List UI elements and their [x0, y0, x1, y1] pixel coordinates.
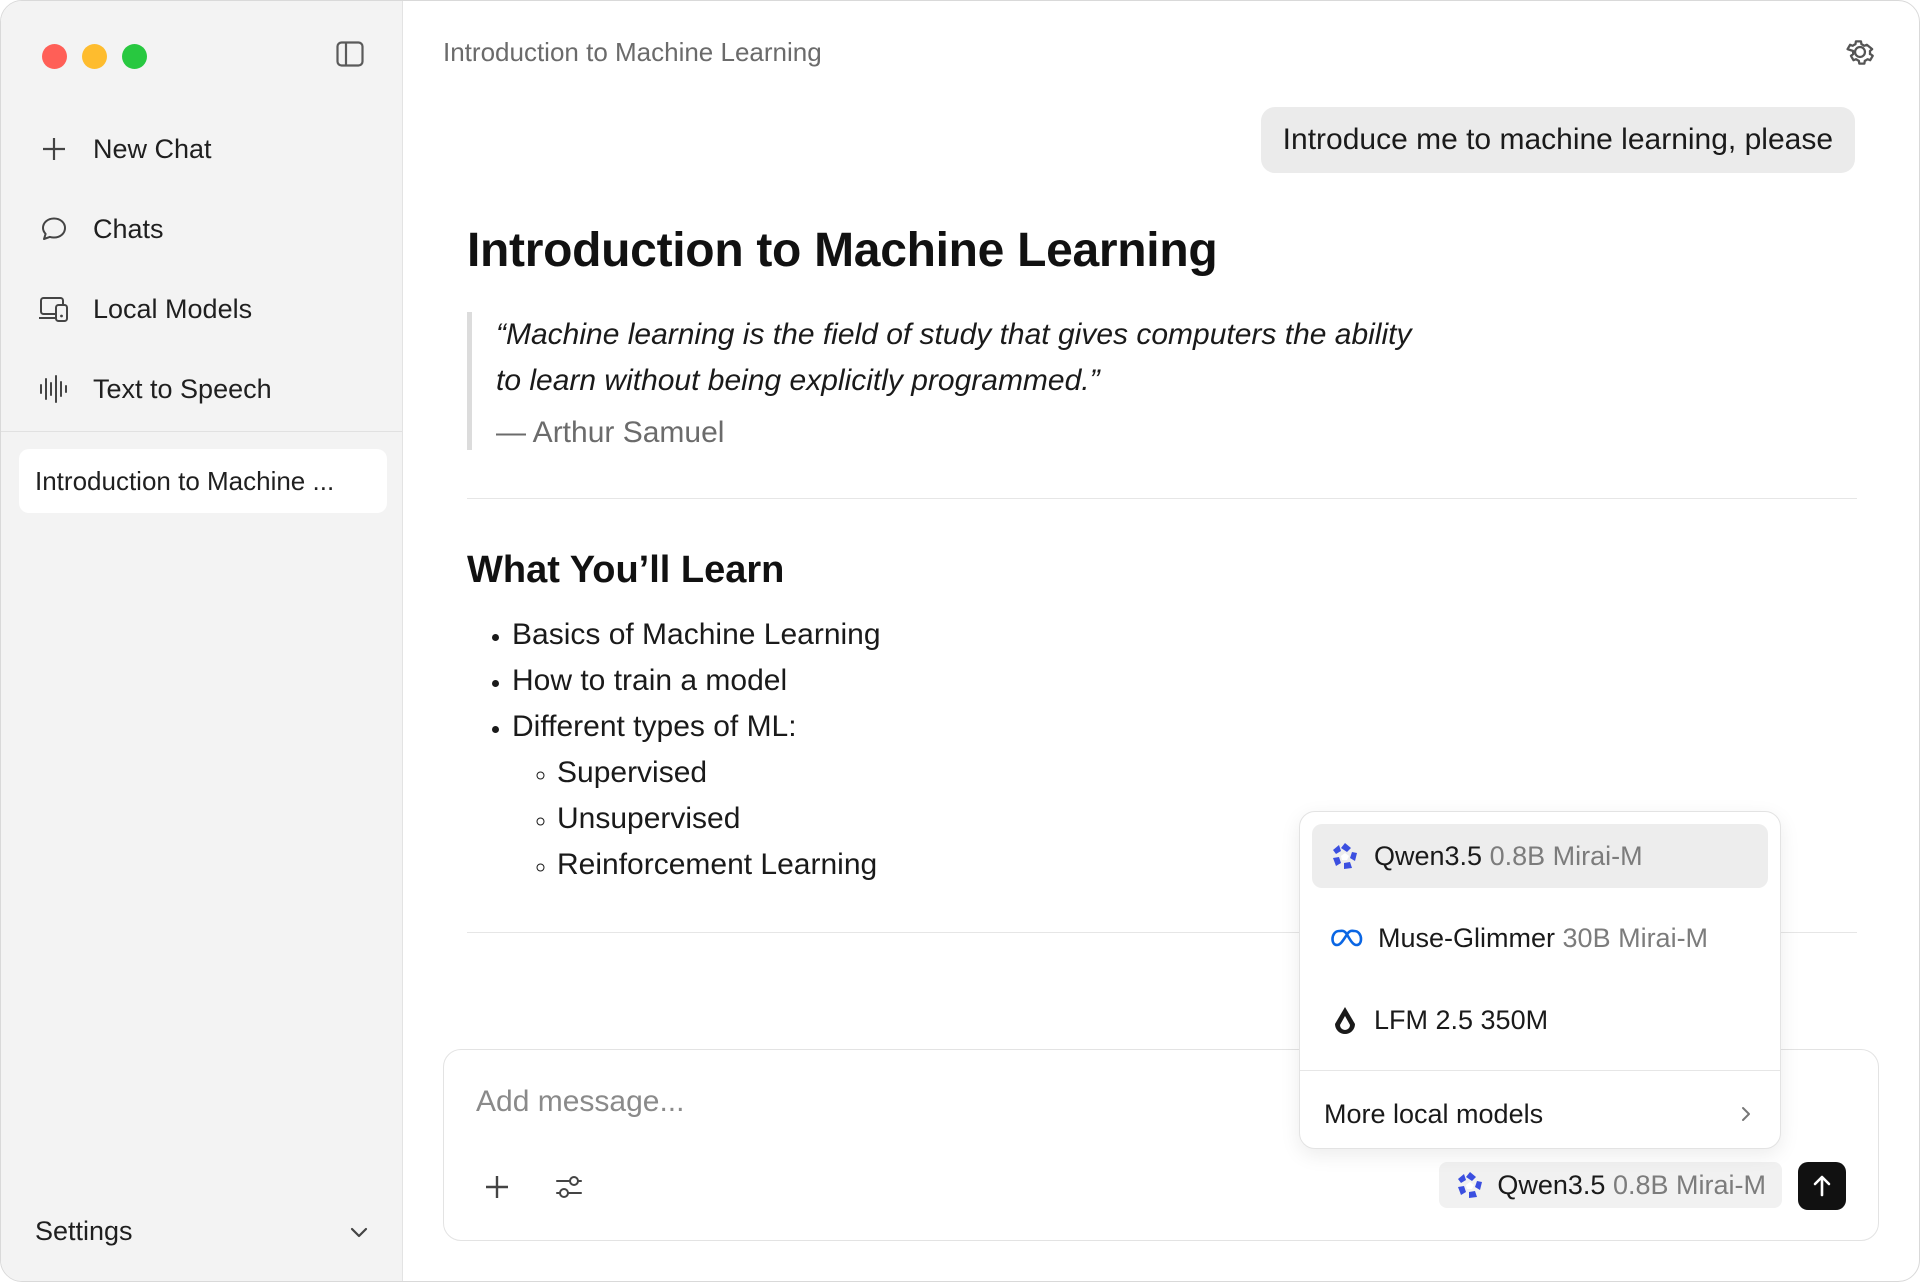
sliders-icon — [556, 1176, 582, 1198]
sidebar-nav: New Chat Chats Local Models Text to Spee… — [1, 109, 402, 429]
message-input[interactable] — [474, 1084, 1278, 1120]
liquid-drop-icon — [1335, 1007, 1355, 1034]
qwen-icon — [1458, 1172, 1483, 1198]
qwen-icon — [1333, 843, 1357, 869]
options-button[interactable] — [554, 1172, 584, 1202]
quote-text: “Machine learning is the field of study … — [496, 318, 1412, 397]
list-item-text: Different types of ML: — [512, 710, 797, 743]
add-attachment-button[interactable] — [482, 1172, 512, 1202]
gear-icon — [1846, 40, 1874, 65]
list-item: How to train a model — [512, 658, 1857, 704]
model-dropdown-menu: Qwen3.5 0.8B Mirai-M Muse-Glimmer 30B Mi… — [1299, 811, 1781, 1149]
minimize-window-button[interactable] — [82, 44, 107, 69]
model-option-name: LFM 2.5 350M — [1374, 1004, 1549, 1035]
conversation-title: Introduction to Machine Learning — [443, 37, 822, 67]
sidebar-item-label: New Chat — [93, 133, 212, 164]
list-item: Supervised — [557, 750, 1857, 796]
sidebar: New Chat Chats Local Models Text to Spee… — [1, 1, 403, 1281]
settings-button[interactable] — [1843, 35, 1877, 69]
sidebar-item-label: Local Models — [93, 293, 253, 324]
selected-model-detail: 0.8B Mirai-M — [1612, 1169, 1766, 1200]
sidebar-divider — [1, 431, 402, 432]
model-option-name: Muse-Glimmer — [1378, 922, 1556, 953]
recent-chat-label: Introduction to Machine ... — [35, 465, 335, 496]
quote-block: “Machine learning is the field of study … — [467, 312, 1857, 450]
user-message-bubble: Introduce me to machine learning, please — [1260, 107, 1855, 173]
quote-author: — Arthur Samuel — [496, 416, 725, 449]
sidebar-item-label: Chats — [93, 213, 164, 244]
model-option-qwen[interactable]: Qwen3.5 0.8B Mirai-M — [1312, 824, 1768, 888]
meta-infinity-icon — [1331, 929, 1363, 947]
sidebar-item-local-models[interactable]: Local Models — [1, 269, 402, 349]
chat-bubble-icon — [37, 212, 71, 246]
sidebar-item-label: Text to Speech — [93, 373, 272, 404]
chevron-right-icon — [1742, 1107, 1750, 1121]
section-heading: What You’ll Learn — [467, 549, 785, 591]
model-option-lfm[interactable]: LFM 2.5 350M — [1312, 988, 1768, 1052]
model-option-detail: 0.8B Mirai-M — [1489, 840, 1643, 871]
model-option-name: Qwen3.5 — [1374, 840, 1483, 871]
chevron-down-icon — [350, 1227, 368, 1237]
main-panel: Introduction to Machine Learning Introdu… — [403, 1, 1919, 1281]
dropdown-divider — [1300, 1070, 1780, 1071]
recent-chat-item[interactable]: Introduction to Machine ... — [19, 449, 387, 513]
sidebar-item-chats[interactable]: Chats — [1, 189, 402, 269]
sidebar-toggle-button[interactable] — [335, 39, 365, 69]
arrow-up-icon — [1813, 1175, 1831, 1197]
section-divider — [467, 498, 1857, 499]
sidebar-item-text-to-speech[interactable]: Text to Speech — [1, 349, 402, 429]
devices-icon — [37, 292, 71, 326]
model-option-muse-glimmer[interactable]: Muse-Glimmer 30B Mirai-M — [1312, 906, 1768, 970]
zoom-window-button[interactable] — [122, 44, 147, 69]
settings-label: Settings — [35, 1216, 133, 1246]
waveform-icon — [37, 372, 71, 406]
sidebar-icon — [336, 41, 364, 67]
app-window: New Chat Chats Local Models Text to Spee… — [0, 0, 1920, 1282]
model-selector-button[interactable]: Qwen3.5 0.8B Mirai-M — [1439, 1162, 1782, 1208]
window-controls — [42, 44, 147, 69]
plus-icon — [486, 1176, 508, 1198]
more-local-models-label: More local models — [1324, 1098, 1544, 1129]
send-button[interactable] — [1798, 1162, 1846, 1210]
sidebar-item-new-chat[interactable]: New Chat — [1, 109, 402, 189]
response-heading: Introduction to Machine Learning — [467, 224, 1218, 277]
list-item: Basics of Machine Learning — [512, 612, 1857, 658]
more-local-models-item[interactable]: More local models — [1324, 1086, 1756, 1142]
close-window-button[interactable] — [42, 44, 67, 69]
settings-menu-button[interactable]: Settings — [35, 1216, 371, 1247]
plus-icon — [37, 132, 71, 166]
selected-model-name: Qwen3.5 — [1497, 1169, 1606, 1200]
model-option-detail: 30B Mirai-M — [1562, 922, 1709, 953]
